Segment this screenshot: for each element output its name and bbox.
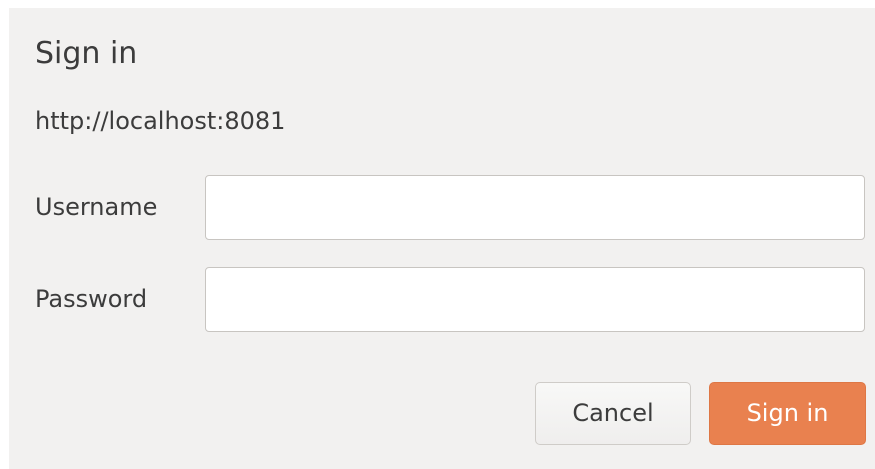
sign-in-dialog: Sign in http://localhost:8081 Username P… (9, 8, 875, 469)
password-input[interactable] (205, 267, 865, 332)
password-label: Password (35, 285, 148, 313)
username-label: Username (35, 193, 158, 221)
cancel-button[interactable]: Cancel (535, 382, 691, 445)
site-url: http://localhost:8081 (35, 107, 286, 135)
dialog-title: Sign in (35, 36, 138, 71)
sign-in-button[interactable]: Sign in (709, 382, 866, 445)
username-input[interactable] (205, 175, 865, 240)
